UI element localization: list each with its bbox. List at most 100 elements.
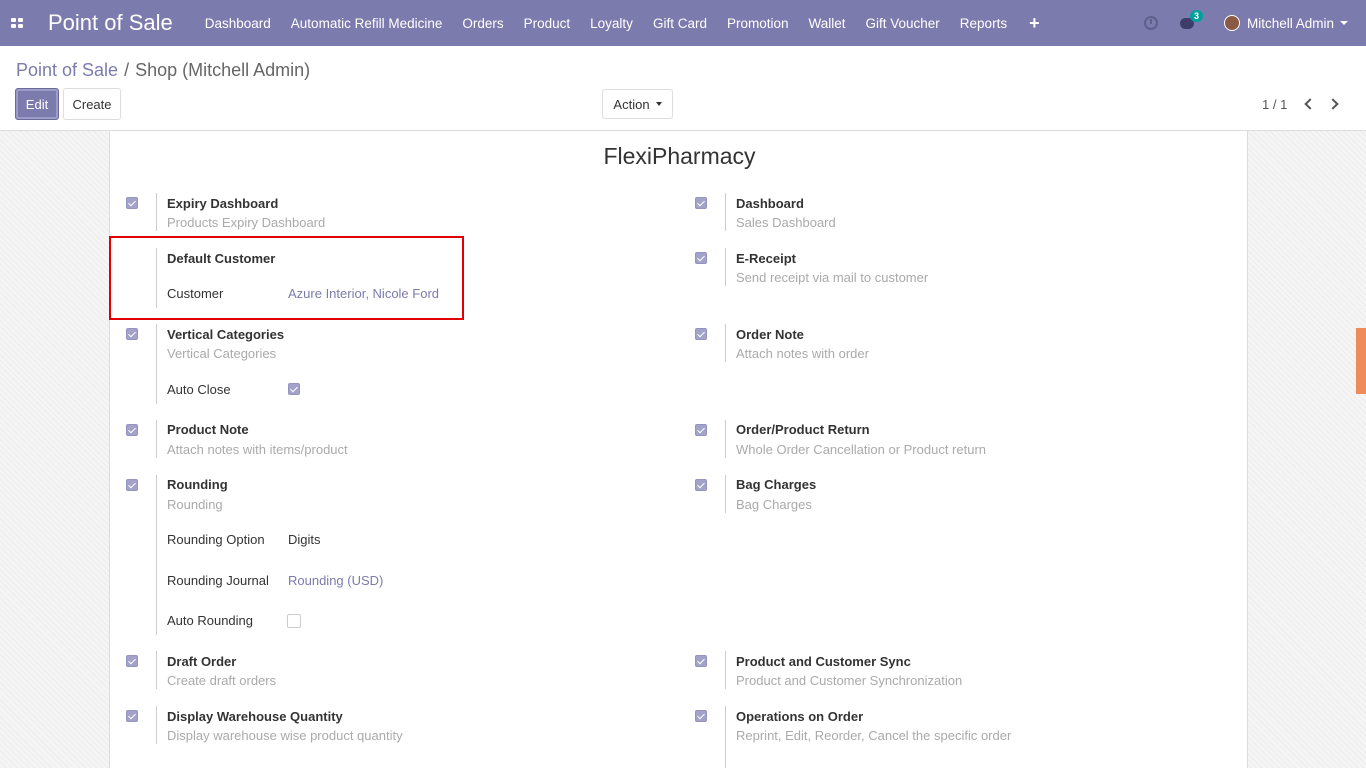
dashboard-title: Dashboard (736, 196, 804, 211)
auto-rounding-checkbox[interactable] (287, 614, 301, 628)
form-view-background: FlexiPharmacy Expiry Dashboard Products … (0, 131, 1366, 768)
chevron-left-icon (1304, 98, 1316, 110)
e-receipt-desc: Send receipt via mail to customer (736, 270, 929, 285)
order-return-title: Order/Product Return (736, 422, 870, 437)
menu-item-dashboard[interactable]: Dashboard (195, 16, 281, 31)
breadcrumb-parent-link[interactable]: Point of Sale (16, 60, 118, 80)
draft-order-checkbox[interactable] (126, 655, 138, 667)
setting-divider (725, 420, 726, 458)
setting-divider (156, 475, 157, 635)
rounding-desc: Rounding (167, 497, 223, 512)
action-caret-icon (655, 102, 662, 106)
setting-divider (725, 193, 726, 231)
control-panel: Point of Sale / Shop (Mitchell Admin) Edit… (0, 46, 1366, 131)
menu-item-promotion[interactable]: Promotion (717, 16, 799, 31)
bag-charges-desc: Bag Charges (736, 497, 812, 512)
setting-divider (725, 324, 726, 362)
chat-counter-badge: 3 (1189, 10, 1203, 22)
display-warehouse-checkbox[interactable] (126, 710, 138, 722)
e-receipt-checkbox[interactable] (695, 252, 707, 264)
operations-checkbox[interactable] (695, 710, 707, 722)
edit-button[interactable]: Edit (15, 88, 59, 120)
action-label: Action (613, 96, 650, 112)
breadcrumb-separator: / (124, 60, 130, 80)
setting-divider (156, 420, 157, 458)
scrollbar-thumb[interactable] (1356, 328, 1366, 394)
order-note-desc: Attach notes with order (736, 346, 869, 361)
activity-clock-icon[interactable] (1143, 16, 1158, 30)
draft-order-title: Draft Order (167, 654, 237, 669)
more-menu-plus-icon[interactable]: + (1017, 13, 1052, 34)
expiry-dashboard-checkbox[interactable] (126, 197, 138, 209)
pager-next-button[interactable] (1327, 96, 1343, 112)
setting-divider (725, 248, 726, 286)
app-brand[interactable]: Point of Sale (48, 10, 173, 36)
operations-title: Operations on Order (736, 709, 864, 724)
menu-item-orders[interactable]: Orders (452, 16, 513, 31)
customer-label: Customer (167, 286, 224, 301)
product-sync-title: Product and Customer Sync (736, 654, 911, 669)
user-menu-caret-icon[interactable] (1340, 21, 1348, 25)
operations-desc: Reprint, Edit, Reorder, Cancel the speci… (736, 728, 1012, 743)
display-warehouse-desc: Display warehouse wise product quantity (167, 728, 403, 743)
setting-divider (156, 193, 157, 231)
product-sync-checkbox[interactable] (695, 655, 707, 667)
rounding-title: Rounding (167, 477, 228, 492)
setting-divider (156, 651, 157, 689)
menu-item-gift-card[interactable]: Gift Card (643, 16, 717, 31)
action-dropdown-button[interactable]: Action (602, 89, 673, 119)
rounding-checkbox[interactable] (126, 479, 138, 491)
customer-value-link[interactable]: Azure Interior, Nicole Ford (288, 286, 439, 301)
form-sheet: FlexiPharmacy Expiry Dashboard Products … (109, 131, 1248, 768)
chevron-right-icon (1327, 98, 1339, 110)
setting-divider (156, 706, 157, 744)
menu-item-wallet[interactable]: Wallet (798, 16, 855, 31)
messaging-menu[interactable]: 3 (1179, 10, 1203, 30)
menu-item-gift-voucher[interactable]: Gift Voucher (856, 16, 950, 31)
product-note-desc: Attach notes with items/product (167, 442, 348, 457)
display-warehouse-title: Display Warehouse Quantity (167, 709, 343, 724)
user-avatar[interactable] (1223, 15, 1240, 31)
rounding-option-label: Rounding Option (167, 532, 265, 547)
order-note-title: Order Note (736, 327, 804, 342)
pager-previous-button[interactable] (1300, 96, 1316, 112)
vertical-categories-title: Vertical Categories (167, 327, 285, 342)
breadcrumb: Point of Sale / Shop (Mitchell Admin) (16, 60, 310, 81)
navbar-systray: 3 Mitchell Admin (1143, 0, 1366, 46)
top-navbar: Point of Sale Dashboard Automatic Refill… (0, 0, 1366, 46)
rounding-journal-link[interactable]: Rounding (USD) (288, 573, 383, 588)
default-customer-title: Default Customer (167, 251, 276, 266)
apps-menu-icon[interactable] (0, 0, 33, 46)
breadcrumb-current: Shop (Mitchell Admin) (135, 60, 311, 80)
menu-item-reports[interactable]: Reports (950, 16, 1017, 31)
product-note-checkbox[interactable] (126, 424, 138, 436)
order-return-checkbox[interactable] (695, 424, 707, 436)
user-menu-name[interactable]: Mitchell Admin (1247, 16, 1334, 31)
menu-item-automatic-refill-medicine[interactable]: Automatic Refill Medicine (281, 16, 453, 31)
auto-rounding-label: Auto Rounding (167, 613, 254, 628)
rounding-journal-label: Rounding Journal (167, 573, 269, 588)
auto-close-checkbox[interactable] (288, 383, 300, 395)
setting-divider (725, 706, 726, 768)
dashboard-desc: Sales Dashboard (736, 215, 836, 230)
dashboard-checkbox[interactable] (695, 197, 707, 209)
vertical-categories-checkbox[interactable] (126, 328, 138, 340)
order-note-checkbox[interactable] (695, 328, 707, 340)
setting-divider (156, 248, 157, 308)
order-return-desc: Whole Order Cancellation or Product retu… (736, 442, 987, 457)
menu-item-loyalty[interactable]: Loyalty (580, 16, 643, 31)
expiry-dashboard-title: Expiry Dashboard (167, 196, 279, 211)
draft-order-desc: Create draft orders (167, 673, 277, 688)
pager-value[interactable]: 1 / 1 (1262, 97, 1287, 112)
create-button[interactable]: Create (63, 88, 121, 120)
setting-divider (725, 651, 726, 689)
product-note-title: Product Note (167, 422, 249, 437)
bag-charges-checkbox[interactable] (695, 479, 707, 491)
e-receipt-title: E-Receipt (736, 251, 796, 266)
rounding-option-value[interactable]: Digits (288, 532, 321, 547)
bag-charges-title: Bag Charges (736, 477, 817, 492)
menu-item-product[interactable]: Product (514, 16, 581, 31)
auto-close-label: Auto Close (167, 382, 231, 397)
expiry-dashboard-desc: Products Expiry Dashboard (167, 215, 326, 230)
product-sync-desc: Product and Customer Synchronization (736, 673, 963, 688)
